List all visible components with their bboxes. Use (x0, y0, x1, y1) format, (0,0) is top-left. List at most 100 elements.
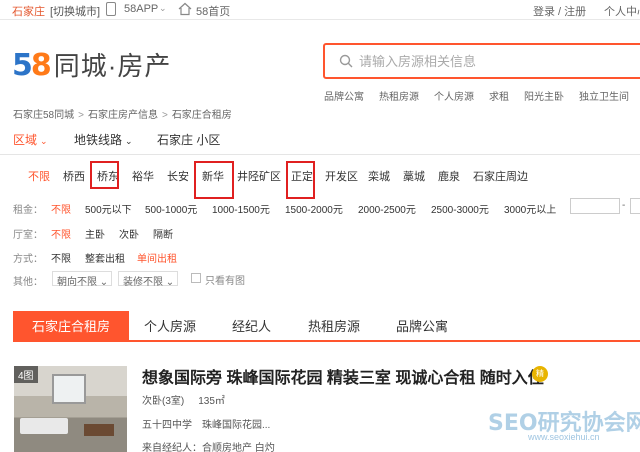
district-option[interactable]: 不限 (28, 168, 50, 184)
hot-link[interactable]: 热租房源 (379, 92, 419, 103)
rent-label: 租金： (13, 205, 43, 216)
logo-text: 同城·房产 (53, 51, 172, 81)
listing-room-info: 次卧(3室) 135㎡ (142, 392, 225, 407)
district-option[interactable]: 藁城 (403, 168, 425, 184)
mode-option[interactable]: 不限 (51, 250, 71, 265)
hot-search-links: 品牌公寓 热租房源 个人房源 求租 阳光主卧 独立卫生间 (324, 88, 640, 103)
price-range-separator: - (622, 200, 626, 211)
top-bar: 石家庄 [切换城市] 58APP ⌄ 58首页 登录 / 注册 个人中心 (0, 0, 640, 20)
phone-icon (106, 2, 116, 16)
search-box (323, 43, 640, 79)
rent-option[interactable]: 500元以下 (85, 201, 132, 216)
other-label: 其他： (13, 277, 43, 288)
hot-link[interactable]: 阳光主卧 (524, 92, 564, 103)
mode-option[interactable]: 整套出租 (85, 250, 125, 265)
district-option[interactable]: 石家庄周边 (473, 168, 528, 184)
app-link[interactable]: 58APP (124, 3, 158, 15)
chevron-down-icon: ⌄ (159, 3, 167, 13)
has-image-label: 只看有图 (205, 276, 245, 287)
breadcrumb: 石家庄58同城 > 石家庄房产信息 > 石家庄合租房 (13, 106, 232, 121)
tab-brand-apartments[interactable]: 品牌公寓 (396, 311, 448, 342)
orientation-select[interactable]: 朝向不限 ⌄ (52, 271, 112, 288)
rent-option[interactable]: 1500-2000元 (285, 201, 343, 216)
highlight-box (90, 161, 119, 189)
window-shape (52, 374, 86, 404)
tab-label: 地铁线路 (74, 133, 123, 147)
room-option[interactable]: 主卧 (85, 226, 105, 241)
chevron-down-icon: ⌄ (99, 277, 109, 288)
district-option[interactable]: 井陉矿区 (237, 168, 281, 184)
has-image-checkbox[interactable] (191, 273, 201, 283)
rent-option[interactable]: 1000-1500元 (212, 201, 270, 216)
image-count-badge: 4图 (14, 366, 38, 383)
switch-city-link[interactable]: [切换城市] (50, 3, 100, 19)
breadcrumb-item[interactable]: 石家庄房产信息 (88, 110, 158, 121)
breadcrumb-separator: > (161, 110, 168, 121)
premium-badge-icon: 精 (532, 366, 548, 382)
current-city[interactable]: 石家庄 (12, 3, 45, 19)
district-option[interactable]: 桥西 (63, 168, 85, 184)
select-value: 装修不限 (123, 277, 163, 288)
rent-option[interactable]: 不限 (51, 201, 71, 216)
hot-link[interactable]: 求租 (489, 92, 509, 103)
rent-option[interactable]: 500-1000元 (145, 201, 197, 216)
room-option[interactable]: 次卧 (119, 226, 139, 241)
chevron-down-icon: ⌄ (40, 136, 48, 146)
breadcrumb-item[interactable]: 石家庄58同城 (13, 110, 74, 121)
room-option[interactable]: 不限 (51, 226, 71, 241)
hot-link[interactable]: 品牌公寓 (324, 92, 364, 103)
listing-location[interactable]: 五十四中学 珠峰国际花园... (142, 416, 270, 431)
tab-subway[interactable]: 地铁线路 ⌄ (74, 131, 133, 148)
highlight-box (194, 161, 234, 199)
highlight-box (286, 161, 315, 199)
rent-option[interactable]: 2500-3000元 (431, 201, 489, 216)
listing-source: 来自经纪人：合顺房地产 白灼 (142, 443, 275, 452)
decoration-select[interactable]: 装修不限 ⌄ (118, 271, 178, 288)
listing-room: 次卧(3室) (142, 396, 185, 407)
chevron-down-icon: ⌄ (165, 277, 175, 288)
min-price-input[interactable] (570, 198, 620, 214)
district-option[interactable]: 鹿泉 (438, 168, 460, 184)
max-price-input[interactable] (630, 198, 640, 214)
mode-label: 方式： (13, 254, 43, 265)
logo-digit-5: 5 (12, 48, 33, 83)
chevron-down-icon: ⌄ (125, 136, 133, 146)
tab-district[interactable]: 区域 ⌄ (13, 131, 48, 148)
tab-label: 区域 (13, 133, 38, 147)
district-option[interactable]: 裕华 (132, 168, 154, 184)
room-option[interactable]: 隔断 (153, 226, 173, 241)
tab-personal-listings[interactable]: 个人房源 (144, 311, 196, 342)
logo-digit-8: 8 (30, 48, 52, 83)
home-icon (178, 2, 192, 19)
tab-agents[interactable]: 经纪人 (232, 311, 271, 342)
search-icon (339, 54, 353, 68)
listing-area: 135㎡ (198, 396, 225, 407)
mode-option[interactable]: 单间出租 (137, 250, 177, 265)
hot-link[interactable]: 个人房源 (434, 92, 474, 103)
breadcrumb-item[interactable]: 石家庄合租房 (172, 110, 232, 121)
select-value: 朝向不限 (57, 277, 97, 288)
rent-option[interactable]: 3000元以上 (504, 201, 556, 216)
divider (0, 154, 640, 155)
login-register-link[interactable]: 登录 / 注册 (533, 3, 586, 19)
listing-title[interactable]: 想象国际旁 珠峰国际花园 精装三室 现诚心合租 随时入住 (142, 364, 544, 388)
site-logo[interactable]: 58同城·房产 (12, 46, 172, 83)
district-option[interactable]: 长安 (167, 168, 189, 184)
breadcrumb-separator: > (78, 110, 84, 121)
watermark-url: www.seoxiehui.cn (528, 432, 600, 442)
listing-tabs: 石家庄合租房 个人房源 经纪人 热租房源 品牌公寓 (13, 311, 640, 342)
listing-thumbnail[interactable]: 4图 (14, 366, 127, 452)
district-option[interactable]: 栾城 (368, 168, 390, 184)
search-input[interactable] (359, 51, 639, 71)
district-option[interactable]: 开发区 (325, 168, 358, 184)
tab-hot-rentals[interactable]: 热租房源 (308, 311, 360, 342)
sofa-shape (20, 418, 68, 434)
table-shape (84, 424, 114, 436)
personal-center-link[interactable]: 个人中心 (604, 3, 640, 19)
tab-shared-rentals[interactable]: 石家庄合租房 (13, 311, 130, 342)
hot-link[interactable]: 独立卫生间 (579, 92, 629, 103)
room-label: 厅室： (13, 230, 43, 241)
home-link[interactable]: 58首页 (196, 3, 230, 19)
tab-community[interactable]: 石家庄 小区 (157, 131, 220, 148)
rent-option[interactable]: 2000-2500元 (358, 201, 416, 216)
